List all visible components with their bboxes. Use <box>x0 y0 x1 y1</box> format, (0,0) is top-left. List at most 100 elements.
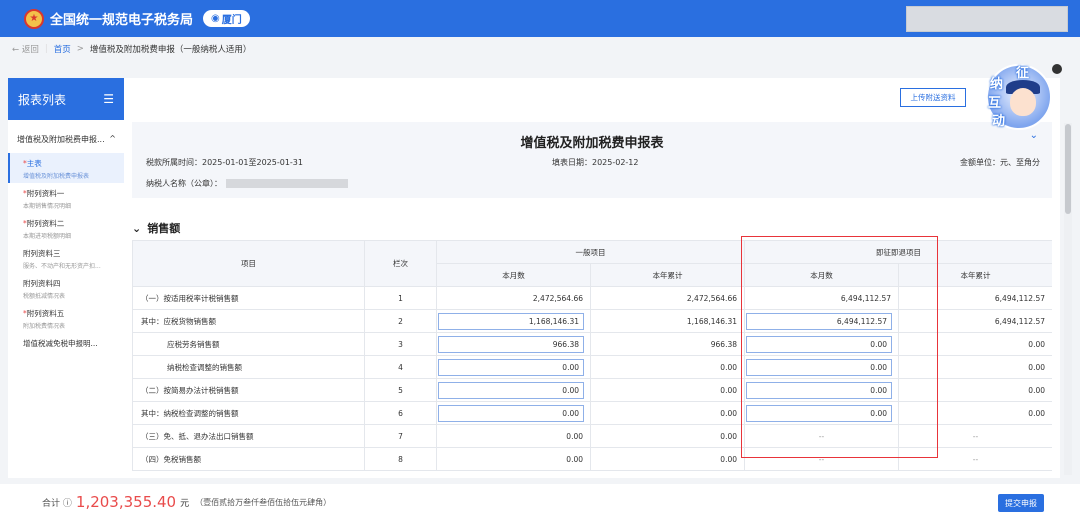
row-label: 应税劳务销售额 <box>132 332 365 356</box>
header-general-month: 本月数 <box>436 263 591 287</box>
section-sales-title[interactable]: ⌄ 销售额 <box>132 220 180 236</box>
submit-button[interactable]: 提交申报 <box>998 494 1044 512</box>
header-col-no: 栏次 <box>364 240 437 287</box>
general-year-value: 1,168,146.31 <box>590 309 745 333</box>
general-year-value: 2,472,564.66 <box>590 286 745 310</box>
general-month-value-input[interactable]: 1,168,146.31 <box>438 312 584 330</box>
general-year-value: 0.00 <box>590 424 745 448</box>
mascot-face <box>1010 88 1036 116</box>
tax-emblem-icon: ★ <box>24 8 44 29</box>
home-link[interactable]: 首页 <box>54 43 71 55</box>
footer-bar: 合计 ⓘ 1,203,355.40 元 （壹佰贰拾万叁仟叁佰伍拾伍元肆角） 提交… <box>0 484 1080 520</box>
mascot-char-1: 纳 <box>990 77 1004 92</box>
sidebar-item-2[interactable]: *附列资料二本期进项税额明细 <box>8 213 124 243</box>
location-pin-icon: ◉ <box>211 13 220 24</box>
total-amount: 1,203,355.40 <box>75 493 177 511</box>
form-title: 增值税及附加税费申报表 <box>520 136 664 151</box>
general-year-value: 0.00 <box>590 401 745 425</box>
upload-attachment-button[interactable]: 上传附送资料 <box>900 88 966 107</box>
chevron-up-icon[interactable]: ^ <box>109 134 116 145</box>
row-label: （三）免、抵、退办法出口销售额 <box>132 424 365 448</box>
mascot-char-2: 征 <box>1016 66 1030 81</box>
total-unit: 元 <box>180 498 190 509</box>
general-month-value-input[interactable]: 0.00 <box>438 381 584 399</box>
city-label: 厦门 <box>221 15 242 26</box>
general-month-value-input[interactable]: 966.38 <box>438 335 584 353</box>
general-month-value: 0.00 <box>436 355 591 379</box>
sidebar-item-6[interactable]: 增值税减免税申报明... <box>8 333 124 352</box>
info-circle-icon[interactable]: ⓘ <box>63 499 72 509</box>
taxpayer-label: 纳税人名称（公章）： <box>146 179 222 188</box>
breadcrumb: ← 返回 | 首页 > 增值税及附加税费申报（一般纳税人适用） <box>12 43 252 55</box>
row-label: 其中：纳税检查调整的销售额 <box>132 401 365 425</box>
row-number: 7 <box>364 424 437 448</box>
row-number: 6 <box>364 401 437 425</box>
row-label: （一）按适用税率计税销售额 <box>132 286 365 310</box>
form-header: 增值税及附加税费申报表 税款所属时间：2025-01-01至2025-01-31… <box>132 122 1052 198</box>
site-title: 全国统一规范电子税务局 <box>50 13 194 28</box>
sidebar-item-title: 主表 <box>26 159 42 168</box>
sidebar-item-subtitle: 税额抵减情况表 <box>23 293 66 300</box>
row-label: 其中：应税货物销售额 <box>132 309 365 333</box>
general-month-value: 0.00 <box>436 401 591 425</box>
sidebar-item-subtitle: 附加税费情况表 <box>23 323 66 330</box>
sidebar-item-5[interactable]: *附列资料五附加税费情况表 <box>8 303 124 333</box>
sidebar-item-title: 附列资料五 <box>26 309 65 318</box>
report-list-sidebar: 报表列表 ☰ 增值税及附加税费申报... ^ *主表 增值税及附加税费申报表 *附列… <box>8 78 124 478</box>
row-number: 4 <box>364 355 437 379</box>
highlight-box-refund <box>741 236 938 458</box>
sidebar-item-label: 附列资料三 <box>23 248 124 259</box>
general-month-value-input[interactable]: 0.00 <box>438 358 584 376</box>
sidebar-item-subtitle: 本期进项税额明细 <box>23 233 72 240</box>
breadcrumb-separator: > <box>76 44 84 54</box>
sidebar-item-subtitle: 服务、不动产和无形资产扣... <box>23 263 101 270</box>
row-number: 2 <box>364 309 437 333</box>
collapse-menu-icon[interactable]: ☰ <box>103 92 114 106</box>
fill-date: 填表日期：2025-02-12 <box>552 158 639 167</box>
sidebar-item-label: *附列资料二 <box>23 218 124 229</box>
header-general-year: 本年累计 <box>590 263 745 287</box>
total-amount-words: （壹佰贰拾万叁仟叁佰伍拾伍元肆角） <box>195 497 332 507</box>
user-info-box[interactable] <box>906 6 1068 32</box>
sidebar-group-vat[interactable]: 增值税及附加税费申报... ^ <box>8 120 124 145</box>
row-number: 1 <box>364 286 437 310</box>
general-month-value: 0.00 <box>436 424 591 448</box>
scrollbar-thumb[interactable] <box>1065 124 1071 214</box>
general-year-value: 0.00 <box>590 447 745 471</box>
mascot-char-4: 动 <box>992 114 1006 129</box>
mascot-char-3: 互 <box>988 96 1002 111</box>
general-year-value: 0.00 <box>590 378 745 402</box>
sidebar-group-label: 增值税及附加税费申报... <box>17 135 105 144</box>
sidebar-item-4[interactable]: 附列资料四税额抵减情况表 <box>8 273 124 303</box>
chevron-down-icon[interactable]: ⌄ <box>132 222 141 235</box>
sidebar-item-title: 附列资料四 <box>23 279 61 288</box>
chevron-down-icon[interactable]: ⌄ <box>1030 130 1038 141</box>
sidebar-item-3[interactable]: 附列资料三服务、不动产和无形资产扣... <box>8 243 124 273</box>
assistant-dot[interactable] <box>1052 64 1062 74</box>
sidebar-item-1[interactable]: *附列资料一 本期销售情况明细 <box>8 183 124 213</box>
sidebar-item-subtitle: 增值税及附加税费申报表 <box>23 173 90 180</box>
header-general: 一般项目 <box>436 240 745 264</box>
back-link[interactable]: ← 返回 <box>12 43 39 55</box>
row-label: （二）按简易办法计税销售额 <box>132 378 365 402</box>
taxpayer-name-redacted <box>226 179 348 188</box>
city-selector[interactable]: ◉ 厦门 <box>203 10 250 27</box>
total-label: 合计 ⓘ <box>42 498 72 509</box>
sidebar-item-label: *附列资料五 <box>23 308 124 319</box>
general-month-value: 0.00 <box>436 378 591 402</box>
row-label: 纳税检查调整的销售额 <box>132 355 365 379</box>
row-number: 3 <box>364 332 437 356</box>
amount-unit: 金额单位：元、至角分 <box>960 158 1040 167</box>
general-month-value: 2,472,564.66 <box>436 286 591 310</box>
top-navigation-bar: ★ 全国统一规范电子税务局 ◉ 厦门 <box>0 0 1080 37</box>
breadcrumb-current: 增值税及附加税费申报（一般纳税人适用） <box>89 45 252 55</box>
row-number: 5 <box>364 378 437 402</box>
general-month-value: 966.38 <box>436 332 591 356</box>
sidebar-item-0[interactable]: *主表 增值税及附加税费申报表 <box>8 153 124 183</box>
sidebar-item-label: 附列资料四 <box>23 278 124 289</box>
general-month-value-input[interactable]: 0.00 <box>438 404 584 422</box>
general-year-value: 966.38 <box>590 332 745 356</box>
tax-period: 税款所属时间：2025-01-01至2025-01-31 <box>146 158 303 167</box>
sidebar-item-title: 附列资料二 <box>26 219 65 228</box>
row-number: 8 <box>364 447 437 471</box>
